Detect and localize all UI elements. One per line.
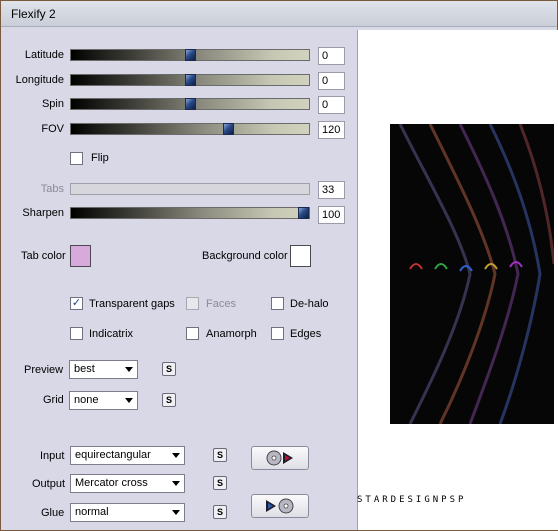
input-label: Input [40, 450, 65, 462]
glue-s-button[interactable]: S [213, 505, 227, 519]
indicatrix-checkbox[interactable] [70, 327, 83, 340]
background-color-label: Background color [202, 250, 288, 262]
fov-slider-thumb[interactable] [223, 123, 234, 135]
latitude-label: Latitude [24, 49, 64, 61]
spin-label: Spin [41, 98, 64, 110]
input-s-button[interactable]: S [213, 448, 227, 462]
glue-select[interactable]: normal [70, 503, 185, 522]
longitude-slider[interactable] [70, 74, 310, 86]
de-halo-label: De-halo [290, 298, 329, 310]
chevron-down-icon [125, 398, 133, 403]
edges-checkbox[interactable] [271, 327, 284, 340]
fov-value-field[interactable]: 120 [318, 121, 345, 139]
preview-s-button[interactable]: S [162, 362, 176, 376]
latitude-value-field[interactable]: 0 [318, 47, 345, 65]
longitude-label: Longitude [15, 74, 64, 86]
output-select[interactable]: Mercator cross [70, 474, 185, 493]
disc-to-play-icon [266, 450, 293, 466]
sharpen-slider[interactable] [70, 207, 310, 219]
tab-color-swatch[interactable] [70, 245, 91, 267]
transparent-gaps-label: Transparent gaps [89, 298, 175, 310]
chevron-down-icon [172, 510, 180, 515]
flip-checkbox[interactable] [70, 152, 83, 165]
fov-slider[interactable] [70, 123, 310, 135]
sharpen-label: Sharpen [22, 207, 64, 219]
preview-image [390, 124, 554, 424]
glue-apply-button[interactable] [251, 494, 309, 518]
indicatrix-label: Indicatrix [89, 328, 134, 340]
edges-label: Edges [290, 328, 322, 340]
preview-select[interactable]: best [69, 360, 138, 379]
fov-label: FOV [41, 123, 64, 135]
spin-value-field[interactable]: 0 [318, 96, 345, 114]
chevron-down-icon [172, 481, 180, 486]
latitude-slider-thumb[interactable] [185, 49, 196, 61]
preview-canvas[interactable] [357, 30, 558, 530]
sharpen-slider-thumb[interactable] [298, 207, 309, 219]
anamorph-label: Anamorph [206, 328, 257, 340]
background-color-swatch[interactable] [290, 245, 311, 267]
chevron-down-icon [172, 453, 180, 458]
tabs-slider [70, 183, 310, 195]
faces-label: Faces [206, 298, 236, 310]
flexify-window: Flexify 2 Latitude 0 Longitude 0 Spin 0 … [0, 0, 558, 531]
faces-checkbox [186, 297, 199, 310]
de-halo-checkbox[interactable] [271, 297, 284, 310]
preview-label: Preview [24, 364, 64, 376]
tabs-label: Tabs [40, 183, 64, 195]
window-title: Flexify 2 [11, 7, 56, 21]
latitude-slider[interactable] [70, 49, 310, 61]
input-apply-button[interactable] [251, 446, 309, 470]
chevron-down-icon [125, 367, 133, 372]
anamorph-checkbox[interactable] [186, 327, 199, 340]
tabs-value-field: 33 [318, 181, 345, 199]
title-bar: Flexify 2 [1, 1, 557, 27]
input-select-value: equirectangular [75, 449, 151, 461]
longitude-slider-thumb[interactable] [185, 74, 196, 86]
transparent-gaps-checkbox[interactable]: ✓ [70, 297, 83, 310]
watermark-text: STARDESIGNPSP [357, 495, 467, 505]
grid-label: Grid [43, 394, 64, 406]
grid-s-button[interactable]: S [162, 393, 176, 407]
output-label: Output [32, 478, 66, 490]
output-s-button[interactable]: S [213, 476, 227, 490]
glue-select-value: normal [75, 506, 109, 518]
play-to-disc-icon [266, 498, 294, 514]
spin-slider-thumb[interactable] [185, 98, 196, 110]
input-select[interactable]: equirectangular [70, 446, 185, 465]
output-select-value: Mercator cross [75, 477, 148, 489]
spin-slider[interactable] [70, 98, 310, 110]
glue-label: Glue [41, 507, 65, 519]
longitude-value-field[interactable]: 0 [318, 72, 345, 90]
tab-color-label: Tab color [21, 250, 66, 262]
preview-select-value: best [74, 363, 95, 375]
flip-label: Flip [91, 152, 109, 164]
grid-select[interactable]: none [69, 391, 138, 410]
grid-select-value: none [74, 394, 99, 406]
sharpen-value-field[interactable]: 100 [318, 206, 345, 224]
